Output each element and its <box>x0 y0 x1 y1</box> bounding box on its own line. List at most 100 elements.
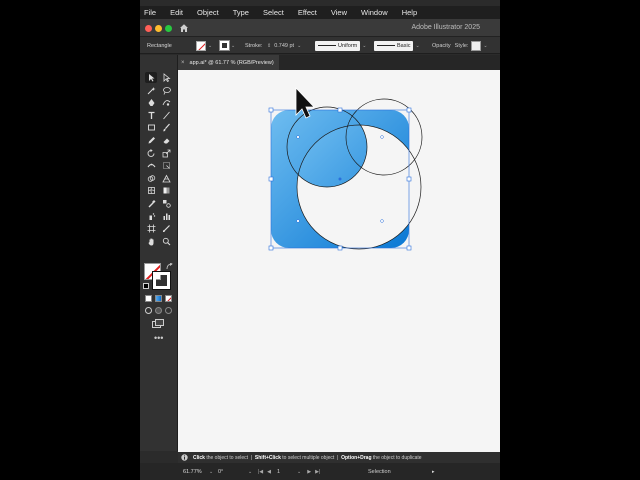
hand-tool-icon <box>148 238 153 246</box>
graphic-style-swatch[interactable] <box>471 40 482 51</box>
close-window-button[interactable] <box>145 25 152 32</box>
fill-swatch[interactable] <box>196 40 206 51</box>
hand-tool-button[interactable] <box>145 236 157 247</box>
selection-tool-button[interactable] <box>145 72 157 83</box>
slice-tool-button[interactable] <box>160 223 172 234</box>
free-transform-tool-button[interactable] <box>160 160 172 171</box>
width-tool-button[interactable] <box>145 160 157 171</box>
control-bar: Rectangle ⌄ ⌄ Stroke: ⇕ 0.749 pt ⌄ Unifo… <box>140 37 500 54</box>
artboard-dropdown-icon[interactable]: ⌄ <box>297 469 301 475</box>
close-tab-icon[interactable]: × <box>181 60 185 66</box>
symbol-sprayer-tool-button[interactable] <box>145 211 157 222</box>
menu-file[interactable]: File <box>141 8 156 17</box>
paintbrush-tool-icon <box>162 123 170 132</box>
edit-toolbar-icon[interactable]: ••• <box>154 334 163 343</box>
stroke-swatch-large[interactable] <box>152 271 171 290</box>
none-mode-button[interactable] <box>165 295 172 302</box>
column-graph-tool-button[interactable] <box>160 211 172 222</box>
line-segment-tool-button[interactable] <box>160 110 172 121</box>
blend-tool-button[interactable] <box>160 198 172 209</box>
rotation-dropdown-icon[interactable]: ⌄ <box>248 469 252 475</box>
brush-dropdown-icon[interactable]: ⌄ <box>415 43 419 49</box>
zoom-window-button[interactable] <box>165 25 172 32</box>
last-artboard-icon[interactable]: ▶| <box>315 469 320 475</box>
scale-tool-icon <box>162 149 170 157</box>
previous-artboard-icon[interactable]: ◀ <box>267 469 271 475</box>
document-tab[interactable]: × app.ai* @ 61.77 % (RGB/Preview) <box>178 55 279 70</box>
mesh-tool-icon <box>147 187 155 195</box>
brush-definition[interactable]: Basic <box>374 40 414 51</box>
menu-edit[interactable]: Edit <box>167 8 183 17</box>
menu-window[interactable]: Window <box>358 8 388 17</box>
pencil-tool-button[interactable] <box>145 135 157 146</box>
pen-tool-button[interactable] <box>145 97 157 108</box>
menu-view[interactable]: View <box>328 8 347 17</box>
curvature-tool-button[interactable] <box>160 97 172 108</box>
curvature-tool-icon <box>162 100 170 106</box>
eyedropper-tool-icon <box>148 200 155 208</box>
magic-wand-tool-button[interactable] <box>145 85 157 96</box>
column-graph-tool-icon <box>163 213 170 220</box>
eyedropper-tool-button[interactable] <box>145 198 157 209</box>
stroke-swatch[interactable] <box>219 40 230 51</box>
hint-option-drag: Option+Drag <box>341 454 372 461</box>
color-mode-button[interactable] <box>145 295 152 302</box>
swap-fill-stroke-icon[interactable] <box>166 263 173 270</box>
menu-type[interactable]: Type <box>230 8 249 17</box>
fill-dropdown-icon[interactable]: ⌄ <box>208 43 212 49</box>
direct-selection-tool-button[interactable] <box>160 72 172 83</box>
center-point <box>338 177 342 181</box>
brush-label: Basic <box>397 42 411 49</box>
menu-effect[interactable]: Effect <box>295 8 317 17</box>
rotation-field[interactable]: 0° <box>218 469 248 475</box>
stroke-stepper-icon[interactable]: ⇕ <box>267 43 271 49</box>
zoom-dropdown-icon[interactable]: ⌄ <box>209 469 213 475</box>
stroke-label: Stroke: <box>245 42 263 49</box>
rectangle-tool-button[interactable] <box>145 122 157 133</box>
menu-help[interactable]: Help <box>399 8 417 17</box>
type-tool-button[interactable] <box>145 110 157 121</box>
style-label: Style: <box>454 42 469 49</box>
variable-width-profile[interactable]: Uniform <box>315 40 361 51</box>
gradient-mode-button[interactable] <box>155 295 162 302</box>
scale-tool-button[interactable] <box>160 148 172 159</box>
gradient-tool-button[interactable] <box>160 185 172 196</box>
opacity-label[interactable]: Opacity <box>432 43 451 49</box>
profile-dropdown-icon[interactable]: ⌄ <box>362 43 366 49</box>
default-fill-stroke-icon[interactable] <box>143 283 149 289</box>
artboard-tool-icon <box>147 224 155 233</box>
draw-behind-icon[interactable] <box>155 307 162 314</box>
first-artboard-icon[interactable]: |◀ <box>258 469 263 475</box>
mesh-tool-button[interactable] <box>145 185 157 196</box>
minimize-window-button[interactable] <box>155 25 162 32</box>
rotate-tool-button[interactable] <box>145 148 157 159</box>
pencil-tool-icon <box>148 137 155 144</box>
artboard-canvas[interactable] <box>178 70 500 452</box>
eraser-tool-button[interactable] <box>160 135 172 146</box>
draw-inside-icon[interactable] <box>165 307 172 314</box>
stroke-dropdown-icon[interactable]: ⌄ <box>231 43 235 49</box>
perspective-grid-tool-button[interactable] <box>160 173 172 184</box>
artboard-number-field[interactable]: 1 <box>277 469 297 475</box>
title-bar: Adobe Illustrator 2025 <box>140 19 500 37</box>
zoom-field[interactable]: 61.77% <box>180 467 209 477</box>
tool-status: Selection <box>368 468 391 475</box>
menu-select[interactable]: Select <box>260 8 284 17</box>
next-artboard-icon[interactable]: ▶ <box>307 469 311 475</box>
paintbrush-tool-button[interactable] <box>160 122 172 133</box>
screen-mode-icon[interactable] <box>152 319 164 328</box>
home-icon[interactable] <box>179 23 189 33</box>
shape-builder-tool-button[interactable] <box>145 173 157 184</box>
stroke-weight-dropdown-icon[interactable]: ⌄ <box>297 43 301 49</box>
hint-bar: Click the object to select | Shift+Click… <box>178 452 500 463</box>
status-menu-arrow-icon[interactable]: ▸ <box>432 469 435 475</box>
stroke-weight-value[interactable]: 0.749 pt <box>274 43 294 49</box>
style-dropdown-icon[interactable]: ⌄ <box>483 43 487 49</box>
slice-tool-icon <box>162 225 170 233</box>
lasso-tool-button[interactable] <box>160 85 172 96</box>
menu-object[interactable]: Object <box>194 8 219 17</box>
document-tab-bar: × app.ai* @ 61.77 % (RGB/Preview) <box>178 55 500 70</box>
artboard-tool-button[interactable] <box>145 223 157 234</box>
zoom-tool-button[interactable] <box>160 236 172 247</box>
draw-normal-icon[interactable] <box>145 307 152 314</box>
